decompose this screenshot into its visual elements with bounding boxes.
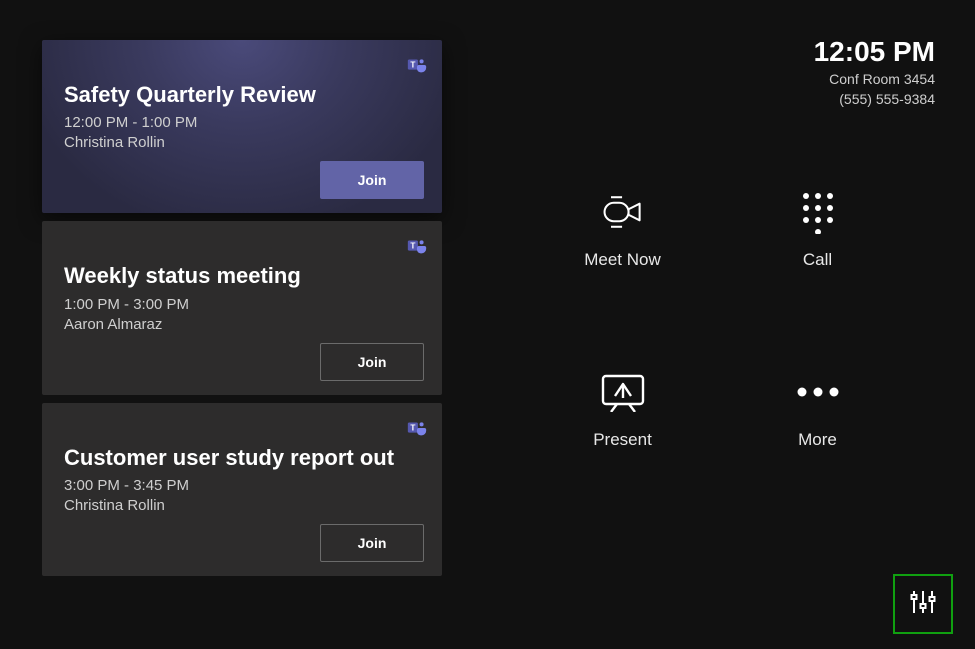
present-button[interactable]: Present: [530, 370, 715, 450]
meeting-title: Safety Quarterly Review: [64, 82, 424, 108]
meeting-card[interactable]: T Customer user study report out 3:00 PM…: [42, 403, 442, 576]
meeting-title: Weekly status meeting: [64, 263, 424, 289]
meeting-time: 12:00 PM - 1:00 PM: [64, 114, 424, 131]
svg-text:T: T: [410, 423, 415, 432]
teams-icon: T: [406, 417, 428, 439]
sliders-icon: [908, 587, 938, 622]
svg-text:T: T: [410, 60, 415, 69]
camera-icon: [599, 190, 647, 234]
settings-button[interactable]: [893, 574, 953, 634]
meeting-organizer: Aaron Almaraz: [64, 316, 424, 333]
present-icon: [599, 370, 647, 414]
call-button[interactable]: Call: [725, 190, 910, 270]
meeting-time: 3:00 PM - 3:45 PM: [64, 477, 424, 494]
action-grid: Meet Now Call Present: [530, 190, 910, 450]
action-label: More: [798, 430, 837, 450]
action-label: Meet Now: [584, 250, 661, 270]
meeting-organizer: Christina Rollin: [64, 134, 424, 151]
teams-icon: T: [406, 235, 428, 257]
meeting-card-current[interactable]: T Safety Quarterly Review 12:00 PM - 1:0…: [42, 40, 442, 213]
join-button[interactable]: Join: [320, 343, 424, 381]
svg-text:T: T: [410, 242, 415, 251]
meeting-time: 1:00 PM - 3:00 PM: [64, 296, 424, 313]
dialpad-icon: [794, 190, 842, 234]
action-label: Call: [803, 250, 832, 270]
room-info: 12:05 PM Conf Room 3454 (555) 555-9384: [814, 36, 935, 109]
join-button[interactable]: Join: [320, 161, 424, 199]
join-button[interactable]: Join: [320, 524, 424, 562]
meetings-list: T Safety Quarterly Review 12:00 PM - 1:0…: [42, 40, 442, 584]
teams-icon: T: [406, 54, 428, 76]
meeting-title: Customer user study report out: [64, 445, 424, 471]
room-name: Conf Room 3454: [814, 70, 935, 90]
action-label: Present: [593, 430, 652, 450]
meeting-card[interactable]: T Weekly status meeting 1:00 PM - 3:00 P…: [42, 221, 442, 394]
more-icon: [794, 370, 842, 414]
meet-now-button[interactable]: Meet Now: [530, 190, 715, 270]
room-phone: (555) 555-9384: [814, 90, 935, 110]
clock: 12:05 PM: [814, 36, 935, 68]
meeting-organizer: Christina Rollin: [64, 497, 424, 514]
more-button[interactable]: More: [725, 370, 910, 450]
